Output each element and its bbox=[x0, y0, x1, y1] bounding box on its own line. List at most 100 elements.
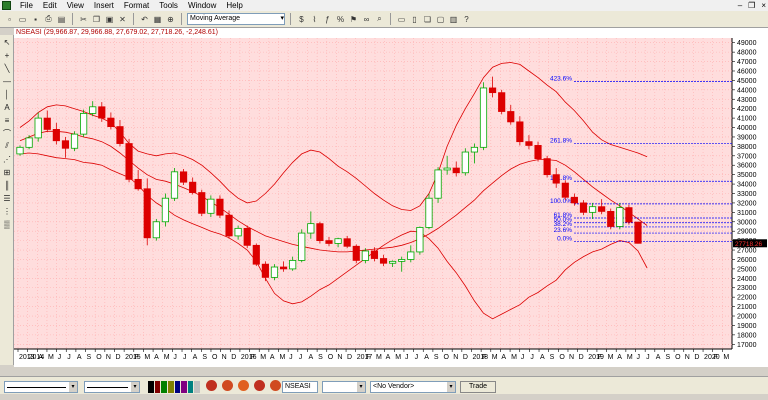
price-chart[interactable]: 20132014A M J J A S O N D 2015F M A M J J A S O N D 2016F M A M… bbox=[14, 28, 768, 367]
menu-view[interactable]: View bbox=[62, 0, 89, 11]
candle-body bbox=[452, 167, 460, 174]
candle-body bbox=[70, 133, 79, 149]
x-tick-label: O bbox=[675, 354, 681, 361]
x-axis-panel bbox=[14, 349, 732, 367]
x-tick-label: D bbox=[694, 354, 699, 361]
toolbar-separator bbox=[181, 13, 182, 25]
vertical-line-icon[interactable]: │ bbox=[1, 88, 13, 100]
horizontal-line-icon[interactable]: — bbox=[1, 75, 13, 87]
candle-body bbox=[289, 260, 297, 270]
minimize-icon[interactable]: – bbox=[738, 0, 742, 11]
fan-icon[interactable]: ⋰ bbox=[1, 153, 13, 165]
undo-icon[interactable]: ↶ bbox=[139, 14, 150, 25]
window-icon[interactable]: ▢ bbox=[435, 14, 446, 25]
search-icon[interactable]: ⌕ bbox=[374, 14, 385, 25]
candle-body bbox=[461, 151, 469, 174]
menu-file[interactable]: File bbox=[15, 0, 38, 11]
menu-edit[interactable]: Edit bbox=[38, 0, 62, 11]
candle-body bbox=[180, 171, 188, 183]
cursor-icon[interactable]: ↖ bbox=[1, 36, 13, 48]
color-swatch[interactable] bbox=[161, 381, 167, 393]
color-swatch[interactable] bbox=[187, 381, 194, 393]
candle-body bbox=[334, 238, 342, 244]
x-tick-label: M bbox=[492, 354, 498, 361]
menu-window[interactable]: Window bbox=[183, 0, 221, 11]
function-icon[interactable]: ƒ bbox=[322, 14, 333, 25]
restore-icon[interactable]: ❐ bbox=[748, 0, 755, 11]
y-tick-label: 18000 bbox=[737, 332, 757, 339]
zoom-icon[interactable]: ⊕ bbox=[165, 14, 176, 25]
new-icon[interactable]: ▫ bbox=[4, 14, 15, 25]
y-tick-label: 24000 bbox=[737, 276, 757, 283]
fibonacci-icon[interactable]: ≡ bbox=[1, 114, 13, 126]
menu-tools[interactable]: Tools bbox=[154, 0, 183, 11]
style-circle-icon[interactable] bbox=[206, 380, 217, 391]
x-tick-label: A bbox=[540, 354, 545, 361]
style-circle-icon[interactable] bbox=[222, 380, 233, 391]
color-swatch[interactable] bbox=[174, 381, 181, 393]
binoculars-icon[interactable]: ∞ bbox=[361, 14, 372, 25]
pattern-icon[interactable]: ▒ bbox=[1, 218, 13, 230]
quotes-icon[interactable]: $ bbox=[296, 14, 307, 25]
save-icon[interactable]: ▪ bbox=[30, 14, 41, 25]
candle-body bbox=[407, 251, 415, 260]
line-width-select[interactable]: ▾ bbox=[84, 381, 140, 393]
color-swatch[interactable] bbox=[148, 381, 154, 393]
retracement-icon[interactable]: ☰ bbox=[1, 192, 13, 204]
tile-vertical-icon[interactable]: ▯ bbox=[409, 14, 420, 25]
y-tick-label: 22000 bbox=[737, 295, 757, 302]
channel-icon[interactable]: ⫽ bbox=[1, 140, 13, 152]
text-tool-icon[interactable]: A bbox=[1, 101, 13, 113]
color-swatch[interactable] bbox=[194, 381, 200, 393]
chart-window[interactable]: NSEASI (29,966.87, 29,966.88, 27,679.02,… bbox=[14, 28, 768, 367]
style-circle-icon[interactable] bbox=[270, 380, 281, 391]
tile-horizontal-icon[interactable]: ▭ bbox=[396, 14, 407, 25]
menu-help[interactable]: Help bbox=[221, 0, 247, 11]
chevron-down-icon: ▾ bbox=[69, 382, 77, 392]
paste-icon[interactable]: ▣ bbox=[104, 14, 115, 25]
formula-icon[interactable]: % bbox=[335, 14, 346, 25]
vendor-select[interactable]: <No Vendor> ▾ bbox=[370, 381, 456, 393]
color-swatch[interactable] bbox=[154, 381, 161, 393]
candle-body bbox=[116, 126, 124, 144]
candle-body bbox=[525, 141, 533, 146]
delete-icon[interactable]: ✕ bbox=[117, 14, 128, 25]
color-swatch[interactable] bbox=[167, 381, 174, 393]
copy-icon[interactable]: ❐ bbox=[91, 14, 102, 25]
crosshair-icon[interactable]: + bbox=[1, 49, 13, 61]
open-icon[interactable]: ▭ bbox=[17, 14, 28, 25]
trade-button[interactable]: Trade bbox=[460, 381, 496, 393]
explorer-icon[interactable]: ⚑ bbox=[348, 14, 359, 25]
style-circle-icon[interactable] bbox=[254, 380, 265, 391]
print-preview-icon[interactable]: ▤ bbox=[56, 14, 67, 25]
color-swatch[interactable] bbox=[181, 381, 187, 393]
candle-body bbox=[507, 111, 515, 123]
line-style-select[interactable]: ▾ bbox=[4, 381, 78, 393]
grid-icon[interactable]: ▦ bbox=[152, 14, 163, 25]
x-tick-label: S bbox=[87, 354, 92, 361]
timezone-icon[interactable]: ║ bbox=[1, 179, 13, 191]
menu-format[interactable]: Format bbox=[119, 0, 154, 11]
symbol-input[interactable]: NSEASI bbox=[282, 381, 318, 393]
layout-icon[interactable]: ▥ bbox=[448, 14, 459, 25]
candle-body bbox=[625, 207, 633, 223]
candle-body bbox=[416, 227, 424, 253]
indicator-select[interactable]: Moving Average ▾ bbox=[187, 13, 285, 25]
style-circle-icon[interactable] bbox=[238, 380, 249, 391]
gann-icon[interactable]: ⊞ bbox=[1, 166, 13, 178]
print-icon[interactable]: ⎙ bbox=[43, 14, 54, 25]
period-select[interactable]: ▾ bbox=[322, 381, 366, 393]
candle-body bbox=[434, 169, 442, 199]
cut-icon[interactable]: ✂ bbox=[78, 14, 89, 25]
x-tick-label: F bbox=[598, 354, 602, 361]
menu-insert[interactable]: Insert bbox=[89, 0, 119, 11]
chart-icon[interactable]: ⌇ bbox=[309, 14, 320, 25]
cascade-icon[interactable]: ❏ bbox=[422, 14, 433, 25]
arc-icon[interactable]: ⌒ bbox=[1, 127, 13, 139]
y-tick-label: 33000 bbox=[737, 191, 757, 198]
help-icon[interactable]: ? bbox=[461, 14, 472, 25]
color-palette[interactable] bbox=[148, 381, 200, 393]
speed-lines-icon[interactable]: ⋮ bbox=[1, 205, 13, 217]
close-icon[interactable]: × bbox=[761, 0, 766, 11]
trendline-icon[interactable]: ╲ bbox=[1, 62, 13, 74]
